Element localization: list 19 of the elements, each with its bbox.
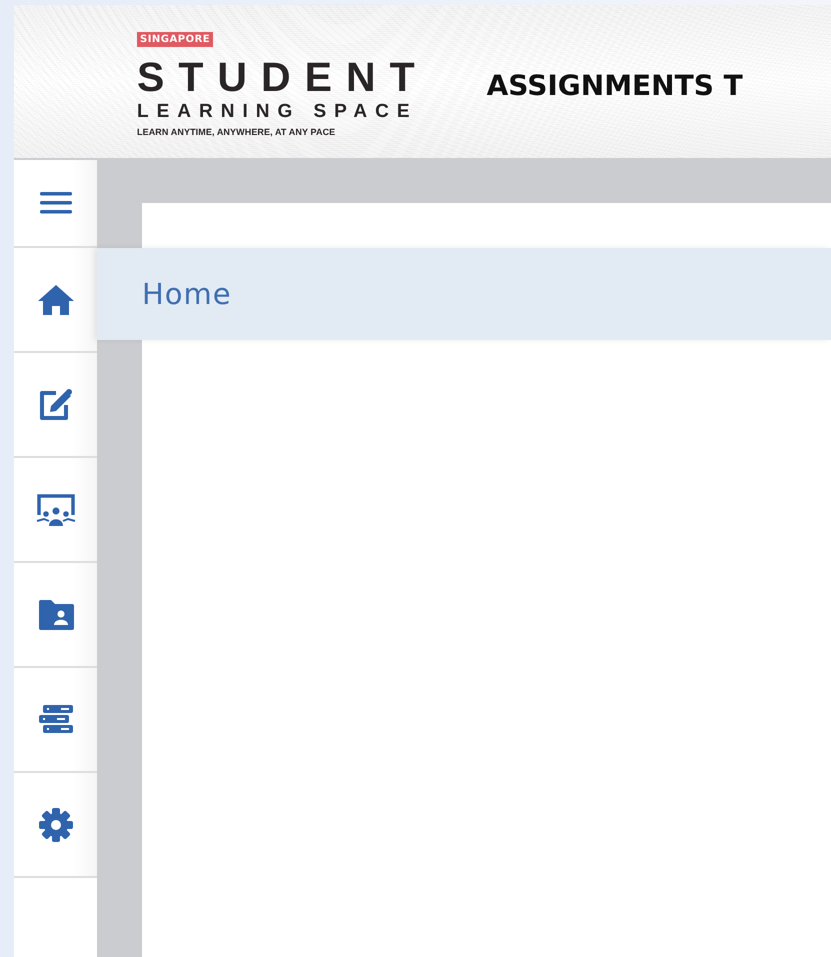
home-icon [38, 284, 74, 314]
menu-button[interactable] [14, 160, 97, 248]
edit-nav-button[interactable] [14, 353, 97, 458]
logo-subtitle: LEARNING SPACE [137, 101, 418, 123]
home-nav-button[interactable] [14, 248, 97, 353]
presentation-group-icon [36, 492, 76, 526]
logo-name: STUDENT [137, 55, 429, 99]
logo-tagline: LEARN ANYTIME, ANYWHERE, AT ANY PACE [137, 127, 336, 137]
page-title: ASSIGNMENTS T [486, 69, 743, 102]
folder-user-icon [36, 598, 74, 630]
settings-nav-button[interactable] [14, 773, 97, 878]
classroom-nav-button[interactable] [14, 458, 97, 563]
country-badge: SINGAPORE [137, 32, 214, 47]
menu-icon [40, 191, 72, 215]
folder-nav-button[interactable] [14, 563, 97, 668]
server-stack-icon [38, 704, 74, 734]
edit-icon [38, 388, 74, 422]
server-nav-button[interactable] [14, 668, 97, 773]
tooltip-label: Home [142, 277, 232, 311]
